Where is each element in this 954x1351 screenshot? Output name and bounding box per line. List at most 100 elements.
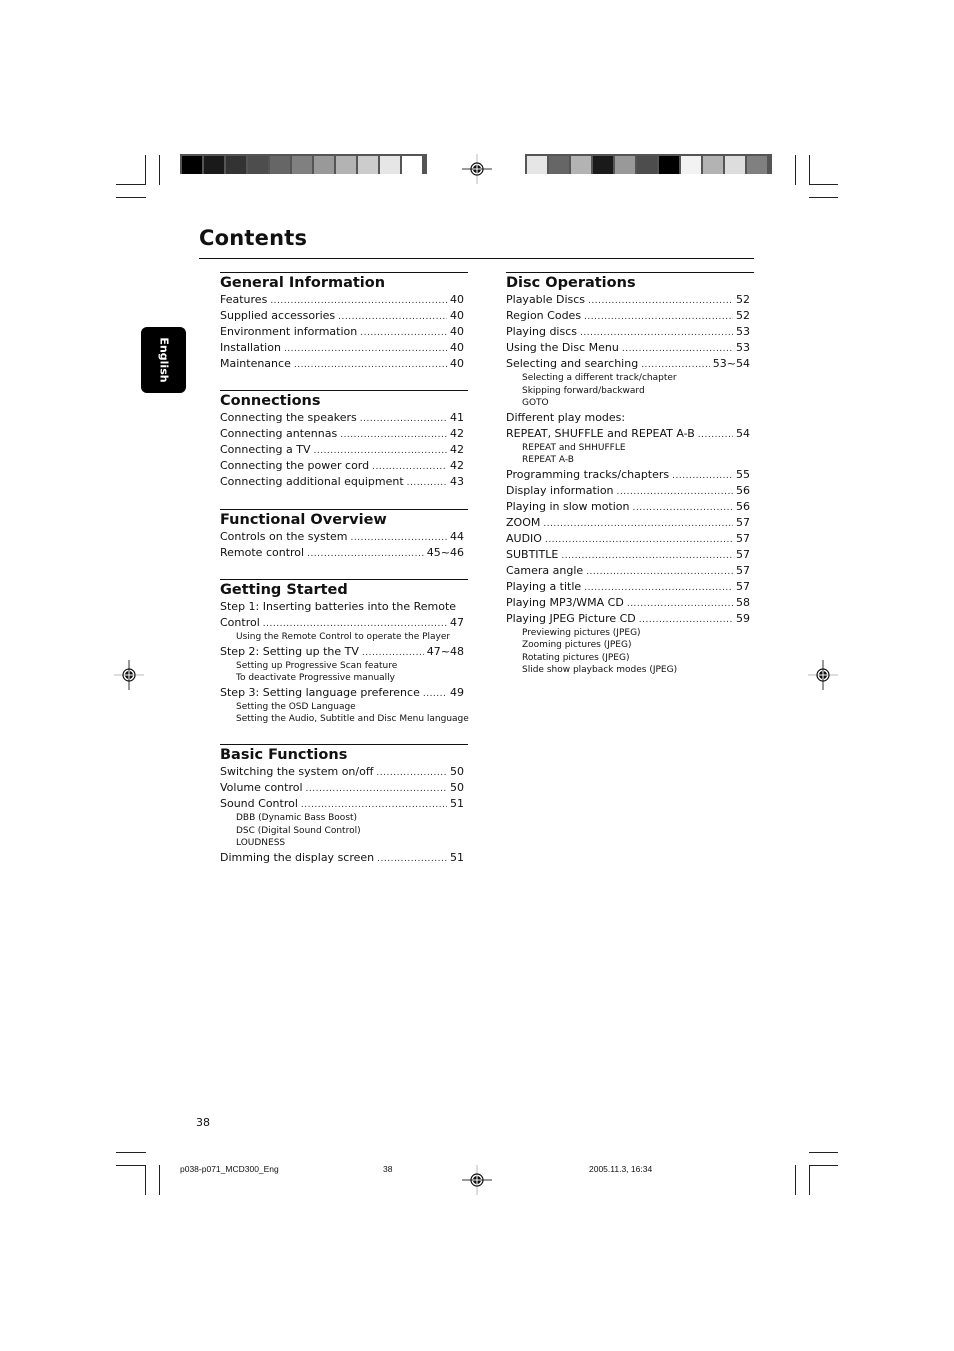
gray-swatch: [314, 156, 334, 174]
leader-dots: [622, 341, 733, 357]
leader-dots: [584, 580, 733, 596]
gray-swatch: [637, 156, 657, 174]
gray-swatch: [380, 156, 400, 174]
section-divider: [220, 579, 468, 580]
entry-page: 40: [450, 357, 464, 370]
entry-page: 51: [450, 797, 464, 810]
entry-page: 47: [450, 616, 464, 629]
entry-label: Installation: [220, 341, 281, 354]
entry-label: Connecting the power cord: [220, 459, 370, 472]
leader-dots: [301, 797, 447, 813]
toc-entry[interactable]: Supplied accessories 40: [220, 308, 468, 324]
section-heading: Getting Started: [220, 582, 348, 598]
leader-dots: [284, 341, 447, 357]
toc-entry[interactable]: Controls on the system 44: [220, 529, 468, 545]
toc-section-disc-operations: Disc Operations Playable Discs 52 Region …: [506, 272, 754, 677]
toc-subentry: Setting the OSD Language: [236, 701, 356, 712]
toc-subentry: REPEAT A-B: [522, 455, 574, 465]
toc-entry[interactable]: Playable Discs 52: [506, 292, 754, 308]
entry-page: 52: [736, 293, 750, 306]
toc-entry[interactable]: Playing in slow motion 56: [506, 499, 754, 515]
entry-page: 40: [450, 325, 464, 338]
toc-entry[interactable]: Programming tracks/chapters 55: [506, 467, 754, 483]
leader-dots: [584, 309, 733, 325]
toc-entry[interactable]: Connecting additional equipment 43: [220, 474, 468, 490]
toc-entry[interactable]: AUDIO 57: [506, 531, 754, 547]
toc-entry[interactable]: Installation 40: [220, 340, 468, 356]
gray-swatch: [549, 156, 569, 174]
toc-entry[interactable]: Playing MP3/WMA CD 58: [506, 595, 754, 611]
toc-entry[interactable]: REPEAT, SHUFFLE and REPEAT A-B 54: [506, 426, 754, 442]
crop-mark: [809, 155, 810, 185]
registration-mark-icon: [462, 1165, 492, 1195]
gray-swatch: [703, 156, 723, 174]
entry-page: 51: [450, 850, 464, 864]
toc-subentry: Slide show playback modes (JPEG): [522, 665, 678, 675]
toc-entry[interactable]: Connecting a TV 42: [220, 442, 468, 458]
toc-entry[interactable]: Step 2: Setting up the TV 47~48: [220, 644, 468, 660]
toc-entry[interactable]: Environment information 40: [220, 324, 468, 340]
entry-label: AUDIO: [506, 531, 542, 545]
toc-entry[interactable]: Switching the system on/off 50: [220, 764, 468, 780]
toc-entry[interactable]: Remote control 45~46: [220, 545, 468, 561]
entry-label: Environment information: [220, 325, 358, 338]
toc-entry[interactable]: Playing a title 57: [506, 579, 754, 595]
entry-page: 54: [736, 426, 750, 440]
gray-swatch: [659, 156, 679, 174]
entry-page: 59: [736, 611, 750, 625]
toc-entry[interactable]: Display information 56: [506, 483, 754, 499]
toc-subentry: Selecting a different track/chapter: [522, 373, 677, 383]
entry-page: 49: [450, 685, 464, 699]
entry-label: Dimming the display screen: [220, 850, 375, 864]
page-number: 38: [196, 1116, 210, 1129]
crop-mark: [159, 1165, 160, 1195]
toc-entry[interactable]: Selecting and searching 53~54: [506, 356, 754, 372]
entry-label: Connecting the speakers: [220, 411, 357, 424]
section-heading: Functional Overview: [220, 512, 387, 528]
toc-entry[interactable]: Playing discs 53: [506, 324, 754, 340]
section-heading: General Information: [220, 275, 386, 291]
toc-entry[interactable]: Region Codes 52: [506, 308, 754, 324]
gray-swatch: [336, 156, 356, 174]
leader-dots: [588, 293, 733, 309]
toc-entry[interactable]: Step 3: Setting language preference 49: [220, 685, 468, 701]
section-divider: [220, 509, 468, 510]
crop-mark: [145, 155, 146, 185]
toc-subentry: Skipping forward/backward: [522, 385, 645, 396]
toc-subentry: Rotating pictures (JPEG): [522, 652, 630, 663]
leader-dots: [627, 596, 733, 612]
toc-entry[interactable]: Connecting antennas 42: [220, 426, 468, 442]
toc-entry[interactable]: Dimming the display screen 51: [220, 850, 468, 866]
toc-entry[interactable]: Features 40: [220, 292, 468, 308]
toc-entry[interactable]: Connecting the speakers 41: [220, 410, 468, 426]
leader-dots: [306, 781, 447, 797]
leader-dots: [672, 468, 733, 484]
toc-entry[interactable]: SUBTITLE 57: [506, 547, 754, 563]
toc-entry[interactable]: Control 47: [220, 615, 468, 631]
leader-dots: [360, 325, 447, 341]
entry-page: 57: [736, 579, 750, 593]
toc-subentry: Setting up Progressive Scan feature: [236, 660, 398, 671]
entry-label: Sound Control: [220, 797, 298, 810]
toc-entry[interactable]: ZOOM 57: [506, 515, 754, 531]
gray-swatch: [571, 156, 591, 174]
leader-dots: [294, 357, 447, 373]
toc-entry[interactable]: Connecting the power cord 42: [220, 458, 468, 474]
crop-mark: [809, 184, 838, 185]
entry-label: SUBTITLE: [506, 547, 559, 561]
gray-swatch: [681, 156, 701, 174]
toc-entry-line[interactable]: Step 1: Inserting batteries into the Rem…: [220, 599, 468, 615]
toc-entry[interactable]: Using the Disc Menu 53: [506, 340, 754, 356]
toc-entry[interactable]: Volume control 50: [220, 780, 468, 796]
toc-entry[interactable]: Maintenance 40: [220, 356, 468, 372]
entry-page: 57: [736, 547, 750, 561]
grayscale-calibration-bar: [180, 154, 427, 174]
toc-entry[interactable]: Sound Control 51: [220, 796, 468, 812]
toc-entry[interactable]: Camera angle 57: [506, 563, 754, 579]
gray-swatch: [226, 156, 246, 174]
footer-file-name: p038-p071_MCD300_Eng: [180, 1164, 279, 1174]
language-tab: English: [141, 327, 186, 393]
entry-page: 41: [450, 411, 464, 424]
toc-entry[interactable]: Playing JPEG Picture CD 59: [506, 611, 754, 627]
toc-subentry: DSC (Digital Sound Control): [236, 825, 361, 836]
